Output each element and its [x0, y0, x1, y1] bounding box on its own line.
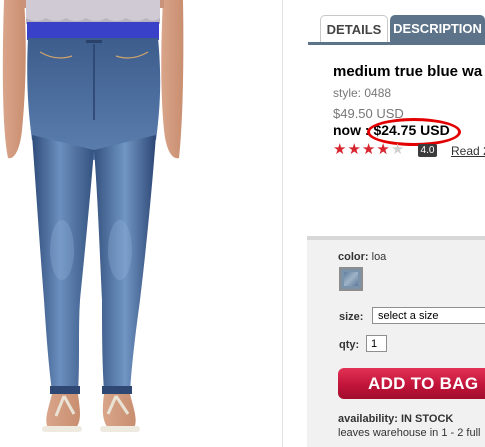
tab-rule [308, 42, 485, 45]
product-photo [0, 0, 282, 447]
add-to-bag-button[interactable]: ADD TO BAG [338, 368, 485, 399]
tab-description[interactable]: DESCRIPTION [390, 15, 485, 42]
swatch-fill [344, 272, 358, 286]
star-icon: ★ [333, 141, 348, 158]
shipping-estimate: leaves warehouse in 1 - 2 full [338, 427, 481, 439]
star-icon: ★ [361, 141, 377, 158]
sale-price-prefix: now : [333, 122, 370, 138]
product-page: DETAILS DESCRIPTION medium true blue wa … [0, 0, 485, 447]
style-number: style: 0488 [333, 86, 392, 100]
availability-value: IN STOCK [400, 413, 454, 425]
rating-badge: 4.0 [418, 144, 437, 157]
size-select[interactable]: select a size [372, 307, 485, 324]
size-label: size: [339, 311, 364, 323]
qty-input[interactable]: 1 [366, 335, 387, 352]
color-swatch[interactable] [339, 267, 363, 291]
color-label: color: loa [338, 251, 386, 263]
jeans-photo-icon [2, 0, 184, 432]
photo-divider [282, 0, 283, 447]
qty-label: qty: [339, 339, 360, 351]
rating-stars: ★★★★★ [333, 142, 405, 158]
star-empty-icon: ★ [390, 141, 406, 158]
read-reviews-link[interactable]: Read 2 [451, 144, 485, 158]
color-label-text: color: [338, 251, 369, 263]
star-icon: ★ [347, 141, 362, 158]
availability-label: availability: [338, 413, 398, 425]
tab-details[interactable]: DETAILS [320, 15, 388, 43]
product-title: medium true blue wa [333, 63, 483, 80]
availability: availability: IN STOCK [338, 413, 453, 425]
color-value: loa [371, 251, 387, 263]
star-icon: ★ [376, 141, 391, 158]
